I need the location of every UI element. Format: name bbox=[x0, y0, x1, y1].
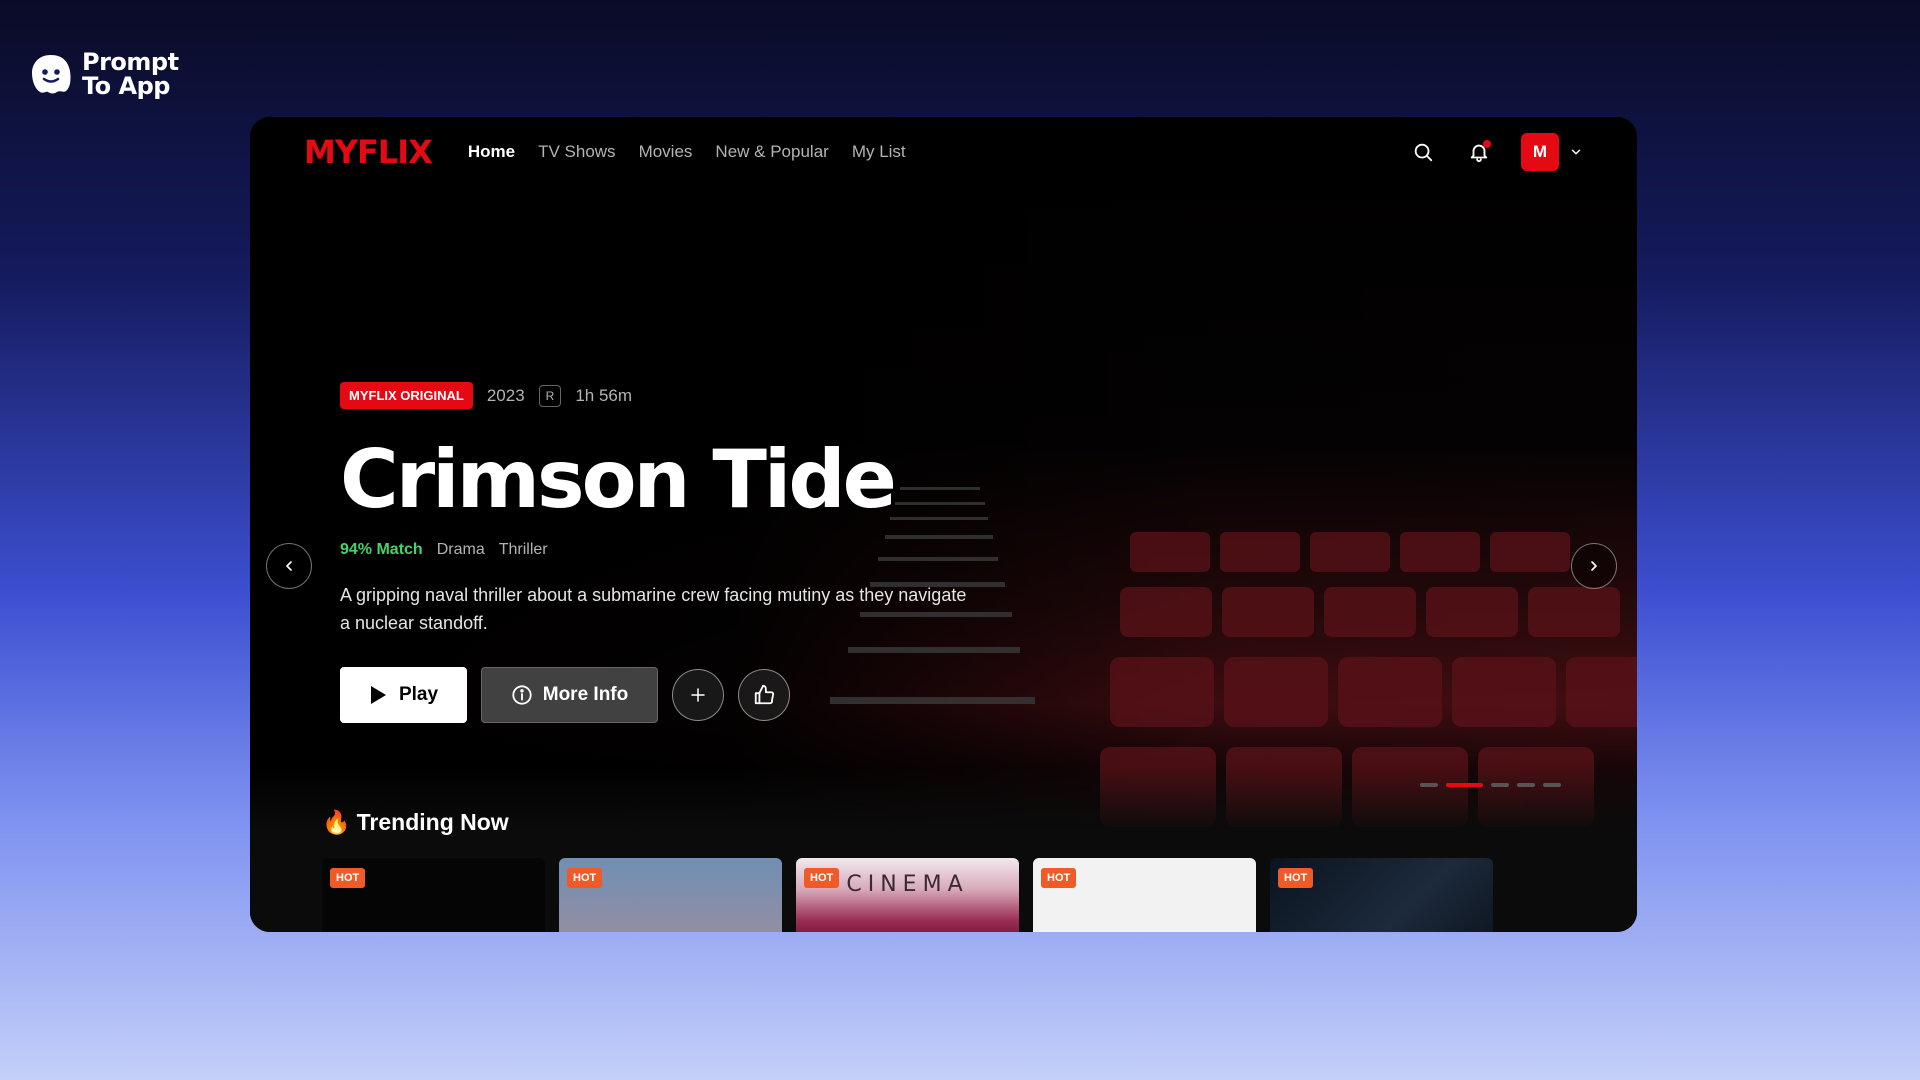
nav-actions: M bbox=[1409, 133, 1583, 171]
match-score: 94% Match bbox=[340, 541, 423, 558]
play-label: Play bbox=[398, 684, 439, 705]
nav-link-movies[interactable]: Movies bbox=[639, 142, 693, 162]
search-button[interactable] bbox=[1409, 138, 1437, 166]
nav-link-tv-shows[interactable]: TV Shows bbox=[538, 142, 615, 162]
carousel-dot[interactable] bbox=[1491, 783, 1509, 787]
brand-line-1: Prompt bbox=[82, 48, 179, 76]
more-info-label: More Info bbox=[542, 684, 629, 705]
hero-meta: MYFLIX ORIGINAL 2023 R 1h 56m bbox=[340, 382, 1060, 409]
info-icon bbox=[512, 685, 532, 705]
myflix-logo[interactable]: MYFLIX bbox=[304, 133, 433, 171]
hot-badge: HOT bbox=[567, 868, 603, 888]
hero-title: Crimson Tide bbox=[340, 433, 897, 526]
hot-badge: HOT bbox=[1278, 868, 1314, 888]
carousel-dot[interactable] bbox=[1420, 783, 1438, 787]
nav-links: Home TV Shows Movies New & Popular My Li… bbox=[468, 142, 906, 162]
play-icon bbox=[370, 686, 386, 704]
notifications-button[interactable] bbox=[1465, 138, 1493, 166]
chevron-down-icon[interactable] bbox=[1569, 145, 1583, 159]
trending-heading: 🔥 Trending Now bbox=[322, 809, 509, 836]
carousel-dot[interactable] bbox=[1517, 783, 1535, 787]
hot-badge: HOT bbox=[1041, 868, 1077, 888]
like-button[interactable] bbox=[738, 669, 790, 721]
avatar[interactable]: M bbox=[1521, 133, 1559, 171]
hot-badge: HOT bbox=[804, 868, 840, 888]
genre-tag: Thriller bbox=[498, 541, 548, 558]
carousel-dot-active[interactable] bbox=[1446, 783, 1483, 787]
hero-content: MYFLIX ORIGINAL 2023 R 1h 56m Crimson Ti… bbox=[340, 382, 1060, 723]
release-year: 2023 bbox=[486, 385, 525, 405]
play-button[interactable]: Play bbox=[340, 667, 467, 723]
genre-tag: Drama bbox=[436, 541, 485, 558]
add-to-list-button[interactable] bbox=[672, 669, 724, 721]
maturity-rating: R bbox=[538, 384, 562, 407]
top-navigation: MYFLIX Home TV Shows Movies New & Popula… bbox=[250, 117, 1637, 187]
carousel-dot[interactable] bbox=[1543, 783, 1561, 787]
thumbs-up-icon bbox=[754, 684, 775, 705]
trending-row: HOT HOT CINEMA HOT HOT HOT bbox=[322, 858, 1493, 932]
plus-icon bbox=[691, 688, 705, 702]
title-card[interactable]: HOT bbox=[322, 858, 545, 932]
hero-tags: 94% Match Drama Thriller bbox=[340, 541, 1060, 559]
nav-link-new-popular[interactable]: New & Popular bbox=[715, 142, 828, 162]
chevron-left-icon bbox=[286, 561, 292, 571]
title-card[interactable]: CINEMA HOT bbox=[796, 858, 1019, 932]
notification-dot bbox=[1483, 140, 1491, 148]
hot-badge: HOT bbox=[330, 868, 366, 888]
nav-link-home[interactable]: Home bbox=[468, 142, 515, 162]
prompt-to-app-brand: Prompt To App bbox=[28, 50, 179, 98]
fire-icon: 🔥 bbox=[322, 809, 351, 835]
trending-title: Trending Now bbox=[356, 809, 509, 835]
profile-menu[interactable]: M bbox=[1521, 133, 1583, 171]
more-info-button[interactable]: More Info bbox=[481, 667, 658, 723]
title-card[interactable]: HOT bbox=[559, 858, 782, 932]
chevron-right-icon bbox=[1591, 561, 1597, 571]
search-icon bbox=[1414, 143, 1433, 162]
hero-actions: Play More Info bbox=[340, 667, 1060, 723]
brand-line-2: To App bbox=[82, 72, 170, 100]
carousel-prev-button[interactable] bbox=[266, 543, 312, 589]
title-card[interactable]: HOT bbox=[1033, 858, 1256, 932]
title-card[interactable]: HOT bbox=[1270, 858, 1493, 932]
duration: 1h 56m bbox=[575, 385, 633, 405]
original-badge: MYFLIX ORIGINAL bbox=[340, 382, 473, 409]
ghost-logo-icon bbox=[32, 55, 71, 94]
app-window: MYFLIX Home TV Shows Movies New & Popula… bbox=[250, 117, 1637, 932]
nav-link-my-list[interactable]: My List bbox=[852, 142, 906, 162]
carousel-next-button[interactable] bbox=[1571, 543, 1617, 589]
hero-description: A gripping naval thriller about a submar… bbox=[340, 585, 967, 633]
carousel-indicators bbox=[1420, 783, 1561, 787]
